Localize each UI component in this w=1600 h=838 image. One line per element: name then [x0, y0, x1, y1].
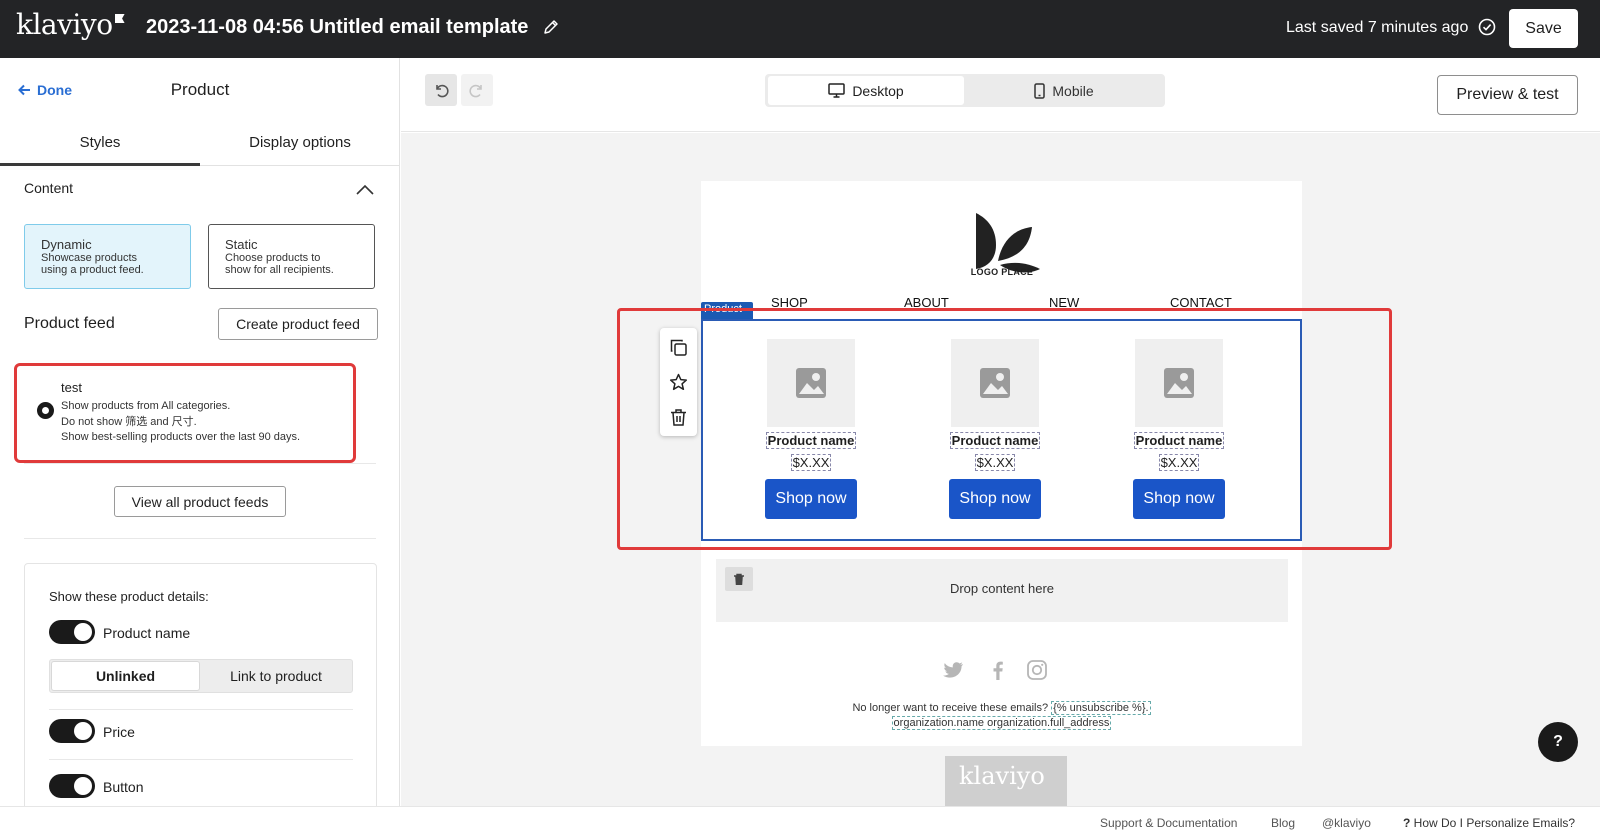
product-price[interactable]: $X.XX — [1109, 454, 1249, 471]
link-segmented-control: Unlinked Link to product — [49, 659, 353, 693]
price-toggle[interactable] — [49, 719, 95, 743]
product-block[interactable]: Product name $X.XX Shop now Product name… — [701, 319, 1302, 541]
redo-icon — [469, 84, 482, 98]
nav-link-about[interactable]: ABOUT — [904, 295, 949, 310]
chevron-up-icon[interactable] — [356, 184, 374, 196]
shop-now-button[interactable]: Shop now — [765, 479, 857, 519]
product-name[interactable]: Product name — [925, 432, 1065, 449]
image-icon — [980, 368, 1010, 398]
personalize-help-link[interactable]: ? How Do I Personalize Emails? — [1403, 816, 1575, 830]
desktop-view-button[interactable]: Desktop — [768, 76, 964, 105]
instagram-icon[interactable] — [1026, 659, 1048, 681]
static-mode-desc: Choose products to show for all recipient… — [225, 252, 334, 276]
undo-icon — [436, 84, 449, 98]
tab-display-options[interactable]: Display options — [200, 134, 399, 151]
feed-description: Show products from All categories. Do no… — [61, 400, 301, 443]
monitor-icon — [828, 83, 846, 98]
question-icon: ? — [1403, 816, 1414, 830]
dynamic-mode-desc: Showcase products using a product feed. — [41, 252, 144, 276]
email-canvas: LOGO PLACE SHOP ABOUT NEW CONTACT Produc… — [401, 133, 1600, 806]
drop-zone-text: Drop content here — [949, 581, 1055, 596]
product-name-toggle-label: Product name — [103, 625, 191, 641]
view-all-feeds-button[interactable]: View all product feeds — [114, 486, 286, 517]
product-name-toggle[interactable] — [49, 620, 95, 644]
details-title: Show these product details: — [49, 589, 209, 604]
facebook-icon[interactable] — [987, 659, 1009, 681]
unsubscribe-footer: No longer want to receive these emails? … — [852, 701, 1151, 730]
mobile-view-button[interactable]: Mobile — [966, 76, 1162, 105]
unlinked-option[interactable]: Unlinked — [52, 662, 199, 690]
pencil-icon[interactable] — [543, 19, 559, 35]
tab-styles[interactable]: Styles — [0, 134, 200, 151]
panel-title: Product — [170, 80, 230, 99]
device-view-toggle: Desktop Mobile — [765, 74, 1165, 107]
twitter-icon[interactable] — [943, 659, 965, 681]
nav-link-shop[interactable]: SHOP — [771, 295, 808, 310]
product-image-placeholder — [1135, 339, 1223, 427]
block-type-tag: Product — [701, 302, 753, 320]
button-toggle-label: Button — [103, 779, 144, 795]
organization-info[interactable]: organization.name organization.full_addr… — [891, 716, 1112, 730]
product-details-card: Show these product details: Product name… — [24, 563, 377, 806]
undo-button[interactable] — [425, 74, 457, 106]
active-tab-indicator — [0, 163, 200, 166]
redo-button[interactable] — [461, 74, 493, 106]
divider — [49, 759, 353, 760]
blog-link[interactable]: Blog — [1271, 816, 1295, 830]
support-link[interactable]: Support & Documentation — [1100, 816, 1237, 830]
divider — [24, 538, 376, 539]
feed-name: test — [61, 380, 82, 395]
product-price[interactable]: $X.XX — [925, 454, 1065, 471]
block-settings-panel: Done Product Styles Display options Cont… — [0, 58, 400, 806]
check-circle-icon — [1478, 18, 1496, 36]
drop-zone[interactable]: Drop content here — [716, 559, 1288, 622]
canvas-toolbar: Desktop Mobile Preview & test — [401, 58, 1600, 132]
bottom-footer: Support & Documentation Blog @klaviyo ? … — [0, 806, 1600, 838]
duplicate-icon[interactable] — [669, 338, 688, 357]
link-to-product-option[interactable]: Link to product — [201, 662, 351, 690]
product-name[interactable]: Product name — [741, 432, 881, 449]
logo-caption: LOGO PLACE — [970, 267, 1034, 277]
price-toggle-label: Price — [103, 724, 135, 740]
klaviyo-footer-badge: klaviyo — [945, 756, 1067, 806]
nav-link-new[interactable]: NEW — [1049, 295, 1079, 310]
product-name[interactable]: Product name — [1109, 432, 1249, 449]
create-product-feed-button[interactable]: Create product feed — [218, 308, 378, 340]
help-button[interactable]: ? — [1538, 722, 1578, 762]
static-mode-title: Static — [225, 237, 258, 252]
trash-icon[interactable] — [669, 408, 688, 427]
image-icon — [796, 368, 826, 398]
preview-test-button[interactable]: Preview & test — [1437, 75, 1578, 115]
product-price[interactable]: $X.XX — [741, 454, 881, 471]
content-section-header[interactable]: Content — [24, 180, 376, 196]
divider — [24, 463, 376, 464]
button-toggle[interactable] — [49, 774, 95, 798]
feed-radio[interactable] — [37, 402, 54, 419]
product-feed-item[interactable]: test Show products from All categories. … — [14, 363, 356, 463]
static-mode-option[interactable]: Static Choose products to show for all re… — [208, 224, 375, 289]
top-bar: klaviyo 2023-11-08 04:56 Untitled email … — [0, 0, 1600, 58]
product-image-placeholder — [951, 339, 1039, 427]
save-button[interactable]: Save — [1509, 9, 1578, 48]
klaviyo-logo[interactable]: klaviyo — [16, 8, 125, 41]
phone-icon — [1034, 82, 1046, 99]
shop-now-button[interactable]: Shop now — [1133, 479, 1225, 519]
panel-tabs: Styles Display options — [0, 124, 399, 166]
dynamic-mode-option[interactable]: Dynamic Showcase products using a product… — [24, 224, 191, 289]
save-status: Last saved 7 minutes ago — [1286, 19, 1469, 36]
product-feed-heading: Product feed — [24, 315, 115, 332]
klaviyo-social-link[interactable]: @klaviyo — [1322, 816, 1371, 830]
image-icon — [1164, 368, 1194, 398]
shop-now-button[interactable]: Shop now — [949, 479, 1041, 519]
block-actions-menu — [660, 328, 697, 436]
star-icon[interactable] — [669, 373, 688, 392]
nav-link-contact[interactable]: CONTACT — [1170, 295, 1232, 310]
divider — [49, 709, 353, 710]
unsubscribe-tag[interactable]: {% unsubscribe %}. — [1051, 701, 1151, 715]
template-title[interactable]: 2023-11-08 04:56 Untitled email template — [146, 16, 528, 39]
email-body: LOGO PLACE SHOP ABOUT NEW CONTACT Produc… — [701, 181, 1302, 746]
dynamic-mode-title: Dynamic — [41, 237, 92, 252]
product-image-placeholder — [767, 339, 855, 427]
